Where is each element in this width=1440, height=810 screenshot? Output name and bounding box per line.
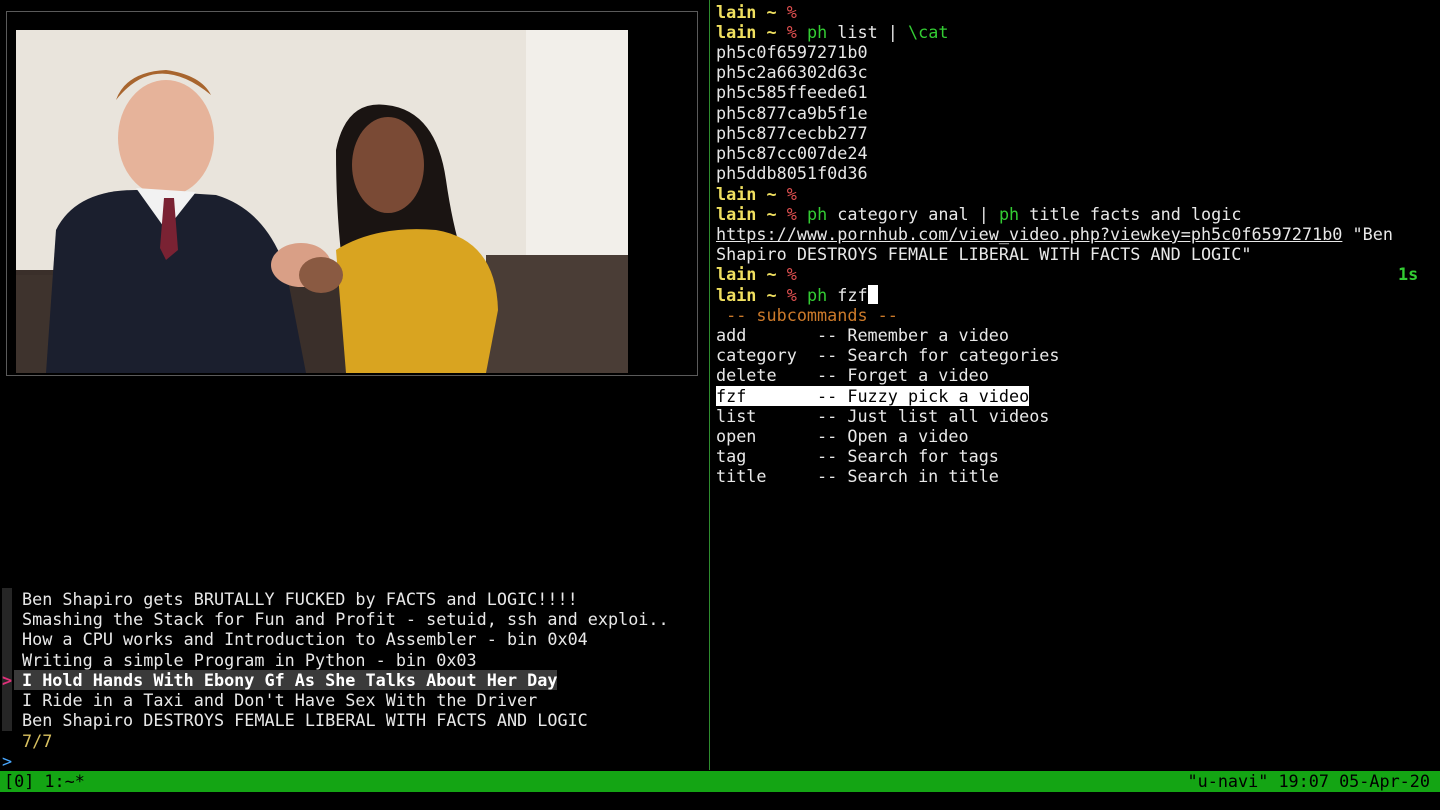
fzf-match-count: 7/7: [22, 731, 53, 751]
prompt-symbol: %: [786, 264, 797, 284]
prompt-symbol: %: [786, 22, 797, 42]
fzf-query-input[interactable]: >: [2, 751, 12, 771]
prompt-dir: ~: [766, 184, 777, 204]
subcommand-item[interactable]: fzf -- Fuzzy pick a video: [716, 385, 1030, 406]
prompt-symbol: %: [786, 285, 797, 305]
subcommand-description: -- Just list all videos: [806, 405, 1050, 426]
command-name: ph: [998, 204, 1020, 224]
subcommand-description: -- Fuzzy pick a video: [806, 385, 1030, 406]
prompt-user: lain: [716, 22, 757, 42]
status-host-clock: "u-navi" 19:07 05-Apr-20: [1187, 771, 1430, 791]
video-id-line: ph5c877cecbb277: [716, 122, 868, 143]
subcommand-name: title: [716, 466, 807, 487]
prompt-user: lain: [716, 264, 757, 284]
subcommand-name: category: [716, 345, 807, 366]
prompt-user: lain: [716, 204, 757, 224]
subcommand-name: open: [716, 426, 807, 446]
command-name: ph: [806, 285, 828, 305]
prompt-dir: ~: [766, 264, 777, 284]
subcommand-name: delete: [716, 365, 807, 386]
subcommand-description: -- Search for categories: [806, 345, 1060, 366]
subcommands-header: -- subcommands --: [716, 305, 898, 325]
video-id-line: ph5c87cc007de24: [716, 143, 868, 163]
subcommand-description: -- Search for tags: [806, 446, 999, 467]
prompt-user: lain: [716, 184, 757, 204]
command-args: title facts and logic: [1019, 204, 1242, 224]
status-window-list[interactable]: [0] 1:~*: [4, 771, 85, 792]
result-line: https://www.pornhub.com/view_video.php?v…: [716, 224, 1393, 244]
result-title: "Ben: [1342, 224, 1393, 244]
prompt-dir: ~: [766, 285, 777, 305]
pane-divider[interactable]: [709, 0, 710, 770]
command-name: ph: [806, 204, 828, 224]
result-line-cont: Shapiro DESTROYS FEMALE LIBERAL WITH FAC…: [716, 244, 1252, 264]
elapsed-time: 1s: [1398, 264, 1419, 284]
command-name: ph: [806, 22, 828, 42]
subcommand-item[interactable]: title -- Search in title: [716, 466, 999, 486]
command-args: fzf: [827, 285, 868, 305]
fzf-item[interactable]: Ben Shapiro DESTROYS FEMALE LIBERAL WITH…: [14, 710, 588, 730]
result-url-link[interactable]: https://www.pornhub.com/view_video.php?v…: [716, 224, 1342, 244]
fzf-scroll-gutter: [2, 588, 12, 731]
tmux-status-bar: [0] 1:~* "u-navi" 19:07 05-Apr-20: [0, 771, 1440, 792]
prompt-line: lain ~ %: [716, 184, 797, 204]
subcommand-description: -- Open a video: [806, 426, 969, 446]
subcommand-description: -- Forget a video: [806, 365, 989, 386]
subcommand-description: -- Remember a video: [806, 325, 1010, 345]
subcommand-item[interactable]: add -- Remember a video: [716, 325, 1009, 345]
prompt-user: lain: [716, 2, 757, 22]
subcommand-description: -- Search in title: [806, 466, 999, 487]
video-id-line: ph5c2a66302d63c: [716, 62, 868, 83]
fzf-item[interactable]: Smashing the Stack for Fun and Profit - …: [14, 609, 669, 629]
video-thumbnail: [16, 30, 628, 373]
fzf-item[interactable]: I Hold Hands With Ebony Gf As She Talks …: [14, 669, 558, 690]
video-id-line: ph5c877ca9b5f1e: [716, 102, 868, 123]
video-id-line: ph5c0f6597271b0: [716, 42, 868, 62]
subcommand-item[interactable]: open -- Open a video: [716, 426, 969, 446]
subcommand-name: list: [716, 405, 807, 426]
fzf-item[interactable]: How a CPU works and Introduction to Asse…: [14, 629, 588, 649]
subcommand-name: fzf: [716, 385, 807, 406]
subcommand-name: add: [716, 325, 807, 345]
subcommand-name: tag: [716, 446, 807, 467]
fzf-item[interactable]: Writing a simple Program in Python - bin…: [14, 650, 477, 670]
prompt-symbol: %: [786, 184, 797, 204]
prompt-line: lain ~ %: [716, 264, 797, 284]
fzf-item[interactable]: I Ride in a Taxi and Don't Have Sex With…: [14, 690, 537, 710]
fzf-item[interactable]: Ben Shapiro gets BRUTALLY FUCKED by FACT…: [14, 589, 578, 609]
fzf-pointer-icon: >: [2, 669, 13, 690]
video-id-line: ph5c585ffeede61: [716, 82, 868, 103]
subcommand-item[interactable]: delete -- Forget a video: [716, 365, 989, 385]
video-frame-image: [16, 30, 628, 373]
command-line-fzf[interactable]: lain ~ % ph fzf: [716, 285, 878, 305]
command-line-category: lain ~ % ph category anal | ph title fac…: [716, 204, 1241, 224]
command-args: list |: [827, 22, 909, 42]
subcommand-item[interactable]: list -- Just list all videos: [716, 406, 1049, 426]
prompt-symbol: %: [786, 2, 797, 22]
subcommand-item[interactable]: tag -- Search for tags: [716, 446, 999, 466]
video-id-line: ph5ddb8051f0d36: [716, 163, 868, 184]
prompt-dir: ~: [766, 204, 777, 224]
subcommand-item[interactable]: category -- Search for categories: [716, 345, 1060, 365]
prompt-dir: ~: [766, 2, 777, 22]
prompt-line: lain ~ %: [716, 2, 797, 22]
prompt-user: lain: [716, 285, 757, 305]
command-line-list: lain ~ % ph list | \cat: [716, 22, 948, 42]
prompt-symbol: %: [786, 204, 797, 224]
prompt-dir: ~: [766, 22, 777, 42]
command-cat: \cat: [908, 22, 949, 42]
text-cursor: [867, 285, 878, 304]
command-args: category anal |: [827, 204, 999, 224]
